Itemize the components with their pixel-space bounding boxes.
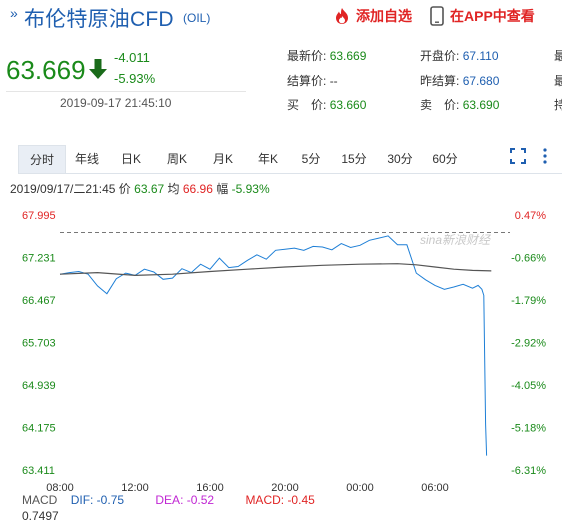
y-pct-tick-label: -2.92% [511,338,546,350]
y-pct-tick-label: -0.66% [511,253,546,265]
info-latest: 最新价: 63.669 [287,47,366,64]
y-pct-tick-label: -4.05% [511,380,546,392]
page-title: 布伦特原油CFD [24,8,174,31]
add-to-watchlist-label: 添加自选 [356,8,412,24]
macd-label: MACD [22,493,58,507]
quote-time: 2019-09-17 21:45:10 [60,96,172,110]
y-tick-label: 67.231 [22,253,56,265]
x-tick-label: 20:00 [271,482,299,492]
info-label: 卖 价: [420,98,460,112]
y-tick-label: 64.175 [22,423,56,435]
y-pct-tick-label: -1.79% [511,295,546,307]
info-bid: 买 价: 63.660 [287,96,366,113]
info-settle: 结算价: -- [287,72,338,89]
status-datetime: 2019/09/17/二21:45 [10,182,116,196]
crosshair-status: 2019/09/17/二21:45 价 63.67 均 66.96 幅 -5.9… [10,180,270,197]
status-price: 63.67 [134,182,165,196]
info-value: 67.110 [462,49,499,63]
flame-icon [336,8,348,24]
tab-year-line[interactable]: 年线 [66,145,108,173]
status-avg-label: 均 [167,182,180,196]
info-value: -- [329,74,338,88]
price-change: -4.011 [114,50,150,65]
info-label: 结算价: [287,74,327,88]
fullscreen-icon[interactable] [510,148,526,164]
info-value: 63.690 [462,98,500,112]
price-line [59,235,488,456]
price-change-percent: -5.93% [114,71,156,86]
x-tick-label: 16:00 [196,482,224,492]
tab-monthly-k[interactable]: 月K [202,145,244,173]
macd-dea: DEA: -0.52 [155,493,215,507]
tab-weekly-k[interactable]: 周K [156,145,198,173]
header: » 布伦特原油CFD (OIL) 添加自选 在APP中查看 [0,0,562,34]
tab-5min[interactable]: 5分 [293,145,329,173]
last-price: 63.669 [6,55,86,85]
tab-15min[interactable]: 15分 [333,145,375,173]
phone-icon [430,6,444,26]
view-in-app-label: 在APP中查看 [450,8,535,24]
y-pct-tick-label: 0.47% [515,210,546,222]
info-label: 昨结算: [420,74,460,88]
info-ask: 卖 价: 63.690 [420,96,499,113]
down-arrow-icon [89,59,107,79]
tab-daily-k[interactable]: 日K [110,145,152,173]
status-price-label: 价 [118,182,131,196]
y-pct-tick-label: -5.18% [511,423,546,435]
tab-30min[interactable]: 30分 [379,145,421,173]
info-label: 最新价: [287,49,327,63]
macd-axis-value: 0.7497 [22,509,59,523]
intraday-chart[interactable]: 67.995 0.47% 67.231 -0.66% 66.467 -1.79% 65.70… [0,200,562,492]
macd-legend: MACD DIF: -0.75 DEA: -0.52 MACD: -0.45 [22,493,315,507]
x-tick-label: 00:00 [346,482,374,492]
clipped-label: 最 [554,74,562,88]
info-value: 63.669 [329,49,367,63]
clipped-label: 最 [554,49,562,63]
tab-yearly-k[interactable]: 年K [247,145,289,173]
x-tick-label: 08:00 [46,482,74,492]
status-amp-label: 幅 [216,182,229,196]
y-tick-label: 65.703 [22,338,56,350]
macd-dif: DIF: -0.75 [70,493,125,507]
status-amp: -5.93% [231,182,270,196]
divider [6,91,246,92]
x-tick-label: 12:00 [121,482,149,492]
info-label: 买 价: [287,98,327,112]
y-tick-label: 66.467 [22,295,56,307]
symbol-code: (OIL) [183,11,211,25]
watermark: sina新浪财经 [420,233,492,247]
x-tick-label: 06:00 [421,482,449,492]
tab-intraday[interactable]: 分时 [18,145,66,173]
y-tick-label: 67.995 [22,210,56,222]
info-value: 63.660 [329,98,367,112]
info-label: 开盘价: [420,49,460,63]
y-pct-tick-label: -6.31% [511,465,546,477]
macd-value: MACD: -0.45 [245,493,315,507]
y-tick-label: 64.939 [22,380,56,392]
more-options-icon[interactable] [540,146,550,166]
info-value: 67.680 [462,74,500,88]
tab-60min[interactable]: 60分 [424,145,466,173]
info-open: 开盘价: 67.110 [420,47,499,64]
add-to-watchlist-button[interactable]: 添加自选 [333,5,412,27]
clipped-label: 持 [554,98,562,112]
y-tick-label: 63.411 [22,465,55,477]
chart-period-tabs: 分时 年线 日K 周K 月K 年K 5分 15分 30分 60分 [18,145,562,174]
status-avg: 66.96 [182,182,213,196]
info-prev-settle: 昨结算: 67.680 [420,72,499,89]
view-in-app-button[interactable]: 在APP中查看 [430,5,535,27]
title-arrow-icon: » [10,5,18,21]
